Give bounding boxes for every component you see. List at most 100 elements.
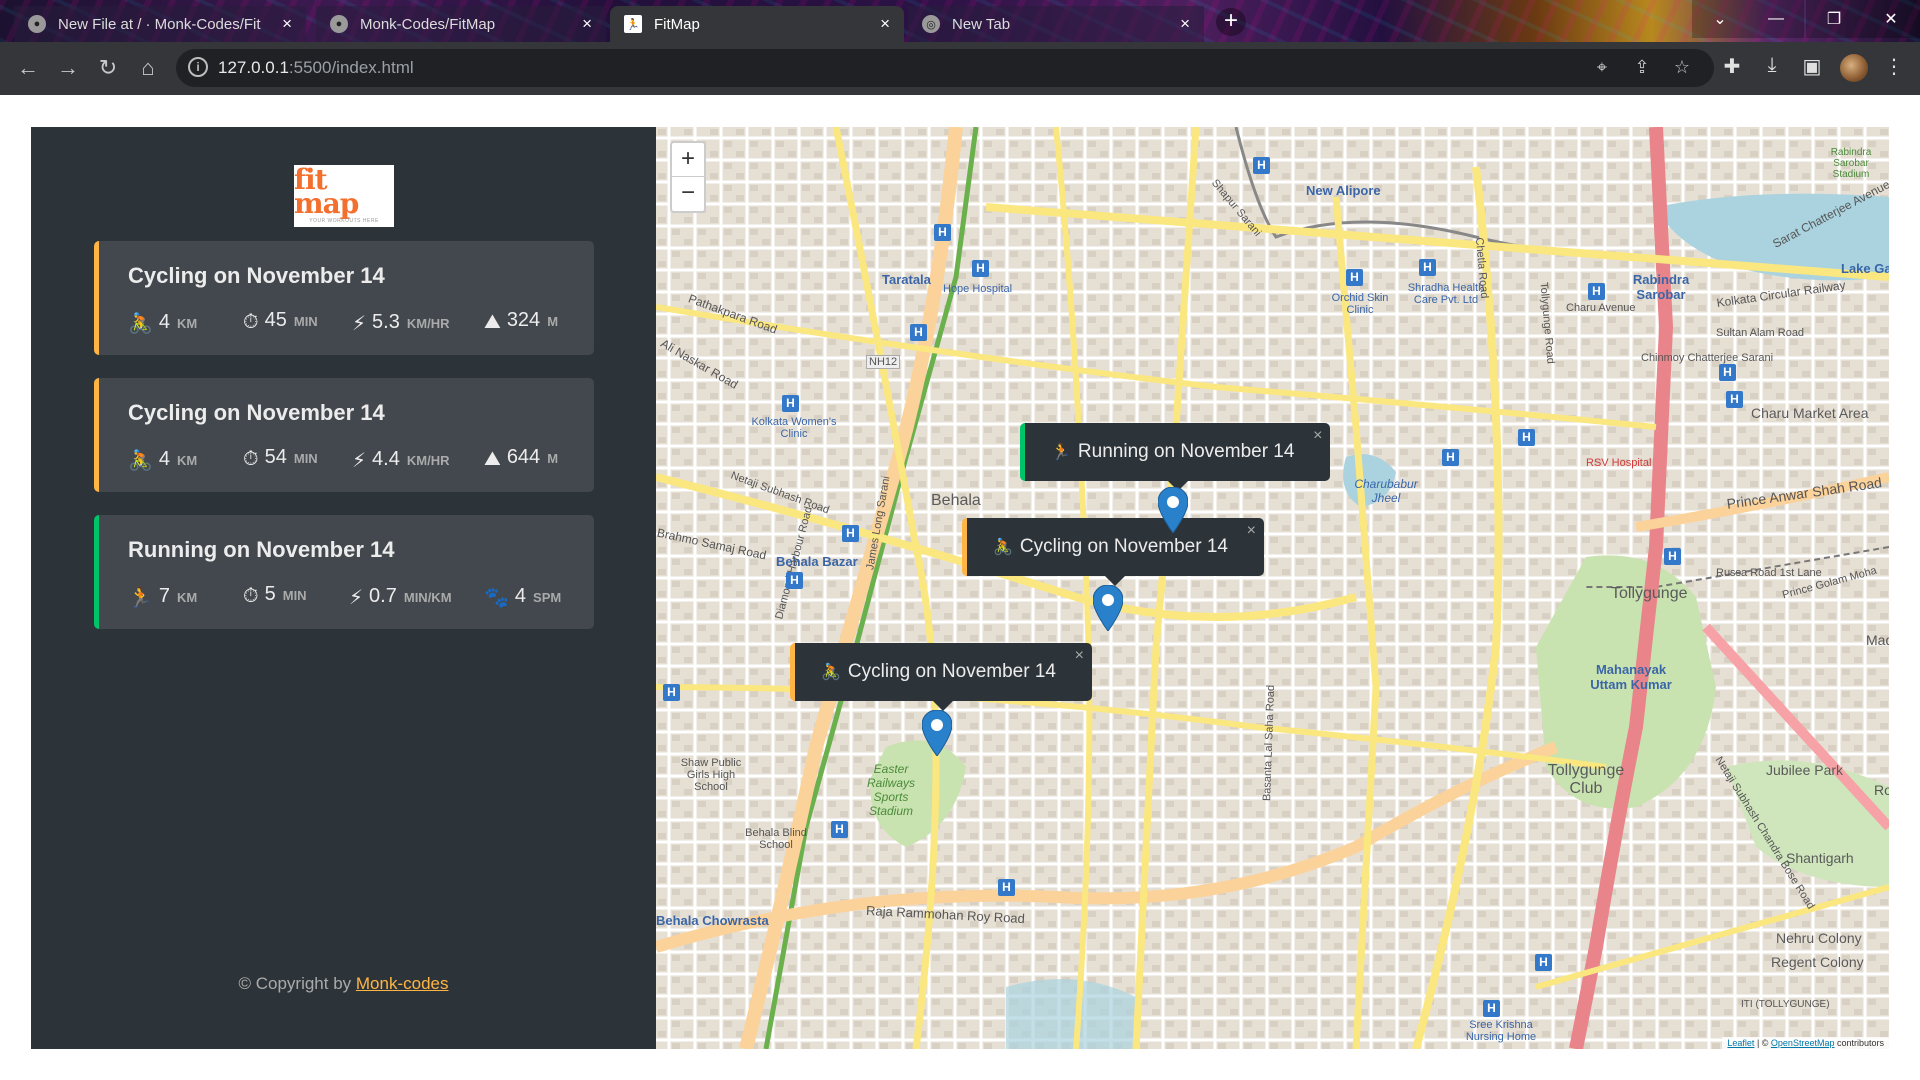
logo-text: fit map <box>294 163 359 220</box>
restore-icon[interactable]: ❐ <box>1806 0 1862 38</box>
site-info-icon[interactable]: i <box>188 57 208 77</box>
hospital-icon: H <box>1442 449 1459 466</box>
bookmark-star-icon[interactable]: ☆ <box>1670 57 1694 78</box>
detail-value: 0.7 <box>369 585 397 607</box>
map-label: Taratala <box>882 272 931 287</box>
workout-detail-distance: 🚴 4 km <box>128 309 197 335</box>
runner-icon: 🏃 <box>1051 444 1071 461</box>
workout-card-cycling[interactable]: Cycling on November 14 🚴 4 km ⏱ 45 min ⚡ 5.3 k… <box>94 241 594 355</box>
minimize-icon[interactable]: — <box>1748 0 1804 38</box>
tab-title: New Tab <box>952 15 1011 33</box>
close-popup-icon[interactable]: × <box>1247 522 1256 540</box>
zoom-in-button[interactable]: + <box>672 143 704 177</box>
browser-tab[interactable]: ◎ New Tab × <box>908 6 1204 42</box>
detail-value: 45 <box>264 309 287 331</box>
copyright-text: © Copyright by <box>238 974 356 993</box>
workout-detail-duration: ⏱ 5 min <box>243 583 307 607</box>
detail-value: 54 <box>264 446 287 468</box>
detail-value: 4 <box>158 448 171 470</box>
stopwatch-icon: ⏱ <box>243 585 259 607</box>
location-icon[interactable]: ⌖ <box>1590 57 1614 78</box>
hospital-icon: H <box>1588 283 1605 300</box>
close-tab-icon[interactable]: × <box>880 14 890 34</box>
workout-details: 🚴 4 km ⏱ 54 min ⚡ 4.4 km/hr ⛰ 644 m <box>99 446 594 472</box>
reload-icon[interactable]: ↻ <box>92 52 124 84</box>
detail-unit: km/hr <box>406 453 450 468</box>
map-label: Mahanayak Uttam Kumar <box>1590 662 1672 692</box>
map-label: Hope Hospital <box>943 283 1013 295</box>
map-label: NH12 <box>866 355 901 369</box>
browser-tab[interactable]: ● Monk-Codes/FitMap × <box>316 6 606 42</box>
leaflet-link[interactable]: Leaflet <box>1727 1038 1754 1048</box>
close-tab-icon[interactable]: × <box>582 14 592 34</box>
menu-kebab-icon[interactable]: ⋮ <box>1880 54 1908 79</box>
close-tab-icon[interactable]: × <box>282 14 292 34</box>
close-window-icon[interactable]: ✕ <box>1862 0 1920 38</box>
close-popup-icon[interactable]: × <box>1313 427 1322 445</box>
hospital-icon: H <box>1419 259 1436 276</box>
hospital-icon: H <box>972 260 989 277</box>
map-marker-pin[interactable] <box>1158 487 1188 533</box>
detail-value: 7 <box>158 585 171 607</box>
map-marker-pin[interactable] <box>1093 585 1123 631</box>
copyright-link[interactable]: Monk-codes <box>356 974 449 993</box>
url-text[interactable]: 127.0.0.1:5500/index.html <box>218 58 414 78</box>
extensions-icon[interactable]: ✚ <box>1718 54 1746 79</box>
back-icon[interactable]: ← <box>12 52 44 84</box>
cyclist-icon: 🚴 <box>993 539 1013 556</box>
workout-card-cycling[interactable]: Cycling on November 14 🚴 4 km ⏱ 54 min ⚡ 4.4 k… <box>94 378 594 492</box>
lightning-icon: ⚡ <box>352 450 367 472</box>
popup-text: Cycling on November 14 <box>847 661 1056 682</box>
workout-popup-cycling[interactable]: 🚴 Cycling on November 14 × <box>790 643 1092 711</box>
workout-detail-duration: ⏱ 45 min <box>243 309 318 333</box>
share-icon[interactable]: ⇪ <box>1630 57 1654 78</box>
new-tab-button[interactable]: + <box>1216 8 1246 36</box>
close-popup-icon[interactable]: × <box>1075 647 1084 665</box>
map[interactable]: New Alipore Taratala Hope Hospital Patha… <box>656 127 1889 1049</box>
download-icon[interactable]: ⤓ <box>1758 54 1786 77</box>
forward-icon[interactable]: → <box>52 52 84 84</box>
workout-detail-duration: ⏱ 54 min <box>243 446 318 470</box>
detail-value: 5.3 <box>372 311 400 333</box>
hospital-icon: H <box>842 525 859 542</box>
map-label: ITI (TOLLYGUNGE) <box>1741 999 1830 1010</box>
lightning-icon: ⚡ <box>352 313 367 335</box>
sidebar: fit map YOUR WORKOUTS HERE Cycling on No… <box>31 127 656 1049</box>
tab-search-icon[interactable]: ⌄ <box>1692 0 1748 38</box>
profile-avatar[interactable] <box>1840 54 1868 82</box>
detail-value: 4 <box>514 585 527 607</box>
workout-popup-running[interactable]: 🏃 Running on November 14 × <box>1020 423 1331 491</box>
detail-unit: m <box>547 451 559 466</box>
attribution-sep: | © <box>1754 1038 1771 1048</box>
detail-unit: m <box>547 314 559 329</box>
hospital-icon: H <box>831 821 848 838</box>
side-panel-icon[interactable]: ▣ <box>1798 54 1826 79</box>
address-bar[interactable]: i 127.0.0.1:5500/index.html ⌖ ⇪ ☆ <box>176 49 1714 87</box>
hospital-icon: H <box>1535 954 1552 971</box>
map-label: Sree Krishna Nursing Home <box>1465 1019 1537 1043</box>
map-label: Shantigarh <box>1786 850 1854 866</box>
hospital-icon: H <box>786 572 803 589</box>
openstreetmap-link[interactable]: OpenStreetMap <box>1771 1038 1835 1048</box>
close-tab-icon[interactable]: × <box>1180 14 1190 34</box>
github-icon: ● <box>28 15 46 33</box>
browser-tab-active[interactable]: 🏃 FitMap × <box>610 6 904 42</box>
workout-popup-cycling[interactable]: 🚴 Cycling on November 14 × <box>962 518 1264 586</box>
detail-value: 4 <box>158 311 171 333</box>
workout-detail-elevation: ⛰ 324 m <box>484 309 559 333</box>
map-marker-pin[interactable] <box>922 710 952 756</box>
browser-toolbar: ← → ↻ ⌂ i 127.0.0.1:5500/index.html ⌖ ⇪ … <box>0 42 1920 95</box>
map-label: Charubabur Jheel <box>1354 477 1418 505</box>
zoom-out-button[interactable]: − <box>672 177 704 211</box>
detail-unit: km <box>177 453 198 468</box>
workout-card-running[interactable]: Running on November 14 🏃 7 km ⏱ 5 min ⚡ 0.7 mi… <box>94 515 594 629</box>
chrome-icon: ◎ <box>922 15 940 33</box>
workout-details: 🏃 7 km ⏱ 5 min ⚡ 0.7 min/km 🐾 4 spm <box>99 583 594 609</box>
detail-value: 644 <box>506 446 541 468</box>
mountain-bike-icon: ⛰ <box>484 448 501 470</box>
tab-title: FitMap <box>654 15 700 33</box>
browser-tab-strip: ● New File at / · Monk-Codes/Fit × ● Mon… <box>0 0 1920 42</box>
home-icon[interactable]: ⌂ <box>132 52 164 84</box>
browser-tab[interactable]: ● New File at / · Monk-Codes/Fit × <box>14 6 306 42</box>
url-host: 127.0.0.1 <box>218 58 289 77</box>
